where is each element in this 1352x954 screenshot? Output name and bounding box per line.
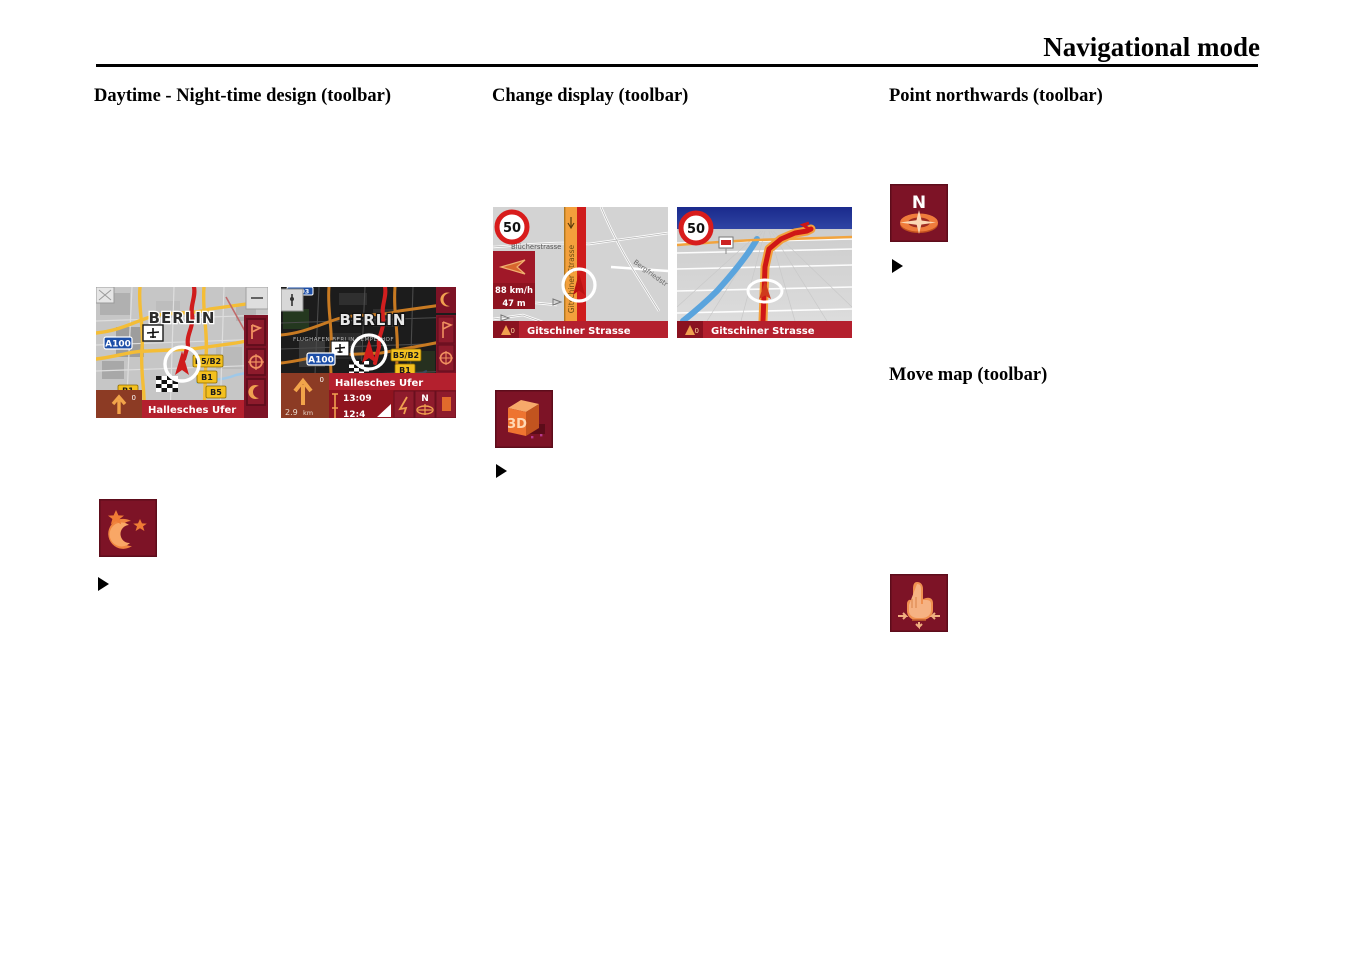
svg-text:47 m: 47 m	[502, 298, 526, 308]
svg-text:B1: B1	[201, 373, 213, 382]
svg-text:0: 0	[132, 394, 136, 402]
svg-text:0: 0	[695, 327, 699, 335]
3d-cube-icon[interactable]: 3D	[495, 390, 553, 448]
svg-text:Hallesches Ufer: Hallesches Ufer	[335, 378, 423, 389]
section-heading-point-northwards: Point northwards (toolbar)	[889, 86, 1103, 106]
svg-text:0: 0	[320, 376, 324, 384]
svg-text:A100: A100	[105, 340, 131, 350]
svg-text:Hallesches Ufer: Hallesches Ufer	[148, 405, 236, 416]
compass-north-icon[interactable]: N	[890, 184, 948, 242]
svg-text:2.9: 2.9	[285, 408, 298, 417]
svg-text:88 km/h: 88 km/h	[495, 285, 533, 295]
svg-text:Gitschiner Strasse: Gitschiner Strasse	[567, 244, 576, 313]
section-heading-move-map: Move map (toolbar)	[889, 365, 1048, 385]
section-heading-daytime-nighttime-design: Daytime - Night-time design (toolbar)	[94, 86, 391, 106]
pointing-hand-icon[interactable]	[890, 574, 948, 632]
screenshot-2d-map: Gitschiner Strasse Blücherstrasse Bergfr…	[493, 207, 668, 338]
svg-text:50: 50	[687, 222, 705, 237]
svg-text:BERLIN: BERLIN	[149, 309, 216, 327]
manual-page: Navigational mode Daytime - Night-time d…	[0, 0, 1352, 954]
svg-text:0: 0	[511, 327, 515, 335]
svg-text:Gitschiner Strasse: Gitschiner Strasse	[711, 326, 815, 337]
svg-text:B5/B2: B5/B2	[393, 351, 419, 360]
screenshot-3d-map: 50 0 Gitschiner Strasse	[677, 207, 852, 338]
svg-text:Blücherstrasse: Blücherstrasse	[511, 243, 561, 251]
page-title: Navigational mode	[1043, 32, 1260, 62]
moon-stars-icon[interactable]	[99, 499, 157, 557]
svg-text:Gitschiner Strasse: Gitschiner Strasse	[527, 326, 631, 337]
svg-text:B5: B5	[210, 388, 222, 397]
svg-text:3D: 3D	[507, 417, 527, 432]
svg-text:km: km	[303, 409, 313, 417]
svg-text:N: N	[421, 394, 429, 404]
bullet-marker-point-northwards	[892, 259, 903, 273]
screenshot-nighttime-map: BERLIN FLUGHAFEN BERLIN-TEMPELHOF A100 B…	[281, 287, 456, 418]
svg-text:50: 50	[503, 221, 521, 236]
bullet-marker-night-design	[98, 577, 109, 591]
svg-text:13:09: 13:09	[343, 394, 372, 404]
header-divider	[96, 64, 1258, 67]
screenshot-daytime-map: BERLIN A100 B5/B2 B1 B5 0 Hallesches Ufe…	[96, 287, 268, 418]
bullet-marker-change-display	[496, 464, 507, 478]
section-heading-change-display: Change display (toolbar)	[492, 86, 689, 106]
svg-text:A100: A100	[308, 356, 334, 366]
svg-text:12:4: 12:4	[343, 410, 365, 418]
svg-text:BERLIN: BERLIN	[340, 311, 407, 329]
